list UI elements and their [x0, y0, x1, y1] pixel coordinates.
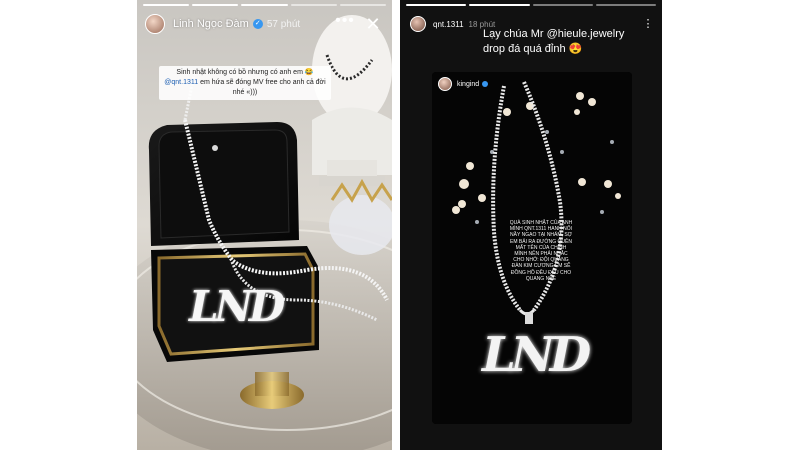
story-left[interactable]: LND Linh Ngọc Đàm ✓ 57 phút ••• ✕ Sinh n…	[137, 0, 392, 450]
story-caption: Sinh nhật không có bồ nhưng có anh em 😂 …	[159, 66, 331, 100]
story-progress-bar	[143, 4, 387, 6]
pendant-letters: LND	[482, 327, 591, 383]
story-header: Linh Ngọc Đàm ✓ 57 phút ••• ✕	[145, 11, 384, 37]
reposted-story[interactable]: kingind QUÀ SINH NHẬT CỦA ANH MÌNH QNT.1…	[432, 72, 632, 424]
caption-mention[interactable]: @qnt.1311	[164, 79, 198, 86]
story-timestamp: 57 phút	[266, 18, 301, 30]
reposted-story-header: kingind	[438, 77, 489, 91]
caption-text-2: em hứa sẽ đóng MV free cho anh cả đời nh…	[200, 79, 326, 96]
verified-badge-icon: ✓	[252, 19, 263, 29]
username[interactable]: qnt.1311	[433, 20, 464, 29]
story-caption: Lạy chúa Mr @hieule.jewelry drop đá quá …	[483, 28, 625, 55]
close-icon[interactable]: ✕	[362, 14, 384, 34]
avatar[interactable]	[438, 77, 452, 91]
more-horizontal-icon[interactable]: •••	[334, 13, 356, 34]
page: LND Linh Ngọc Đàm ✓ 57 phút ••• ✕ Sinh n…	[0, 0, 800, 450]
verified-badge-icon	[482, 81, 489, 87]
avatar[interactable]	[410, 16, 426, 32]
username[interactable]: Linh Ngọc Đàm	[173, 18, 249, 30]
story-progress-bar	[406, 4, 656, 6]
caption-text-1: Sinh nhật không có bồ nhưng có anh em 😂	[176, 69, 314, 76]
avatar[interactable]	[145, 14, 165, 34]
story-note-text: QUÀ SINH NHẬT CỦA ANH MÌNH QNT.1311 HANH…	[509, 220, 573, 282]
reposted-username[interactable]: kingind	[457, 81, 479, 88]
story-right[interactable]: qnt.1311 18 phút ⋮ Lạy chúa Mr @hieule.j…	[400, 0, 662, 450]
pendant-letters: LND	[189, 282, 285, 331]
